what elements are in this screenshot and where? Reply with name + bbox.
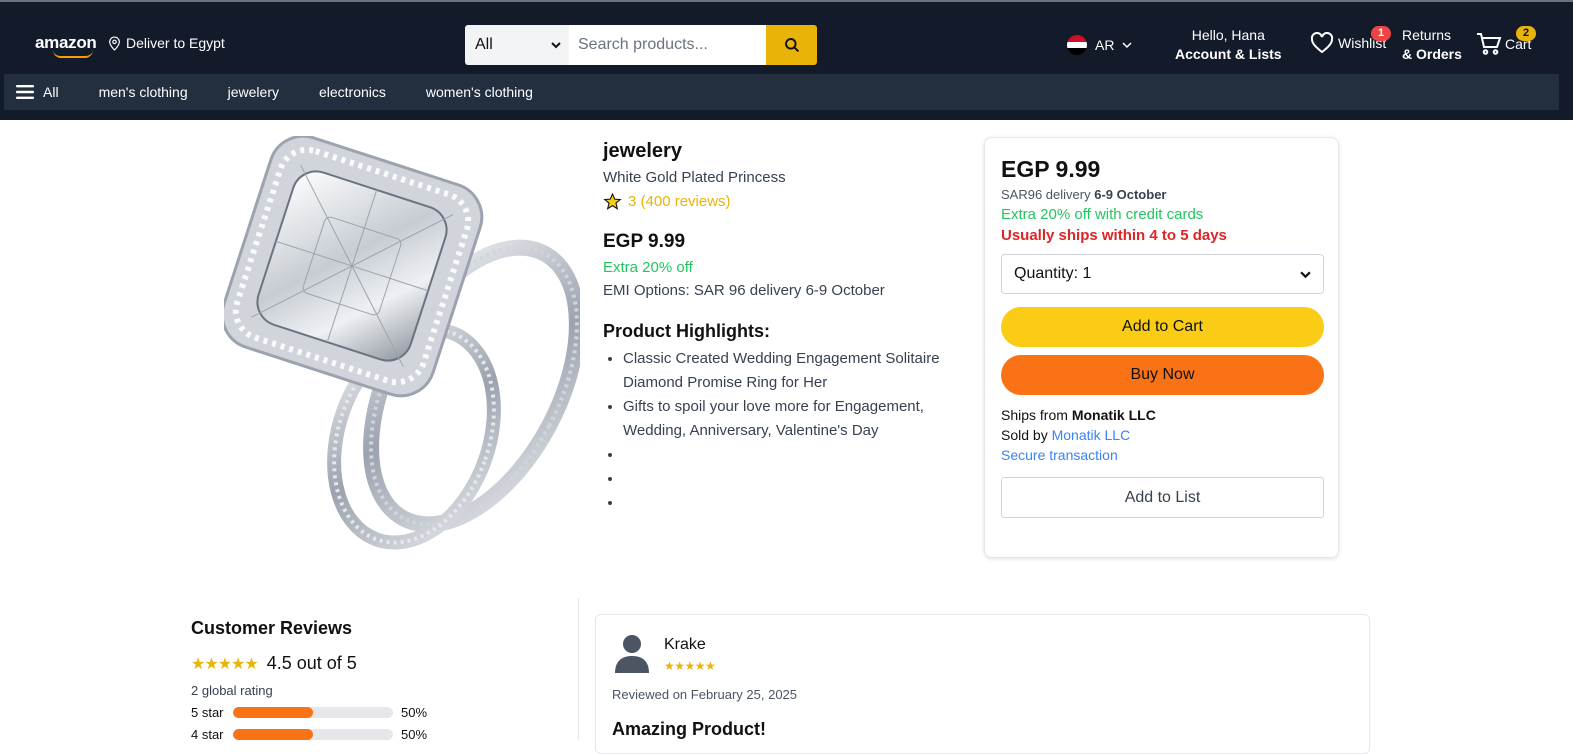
all-label: All (43, 84, 59, 100)
review-stars-icon: ★★★★★ (664, 659, 716, 673)
chevron-down-icon (1122, 42, 1132, 49)
product-category: jewelery (603, 140, 682, 162)
nav-category-womens-clothing[interactable]: women's clothing (426, 84, 533, 100)
hamburger-menu-icon (16, 85, 34, 99)
amazon-logo[interactable]: amazon (35, 33, 97, 58)
delivery-date: 6-9 October (1094, 187, 1167, 202)
account-menu[interactable]: Hello, Hana Account & Lists (1175, 26, 1282, 64)
rating-text: 3 (400 reviews) (628, 193, 731, 210)
average-score: 4.5 out of 5 (266, 653, 357, 673)
rating-breakdown-percent: 50% (401, 704, 428, 720)
search-bar: All (465, 25, 817, 65)
add-to-cart-button[interactable]: Add to Cart (1001, 307, 1324, 347)
rating-bar-fill (233, 728, 313, 740)
rating-breakdown-label: 4 star (191, 726, 224, 742)
heart-icon (1310, 32, 1334, 54)
cart-count-badge: 2 (1516, 26, 1536, 41)
nav-category-mens-clothing[interactable]: men's clothing (99, 84, 188, 100)
secure-transaction-link[interactable]: Secure transaction (1001, 445, 1322, 465)
global-rating-count: 2 global rating (191, 683, 273, 698)
buy-now-button[interactable]: Buy Now (1001, 355, 1324, 395)
ships-from-label: Ships from (1001, 407, 1068, 423)
search-category-value: All (475, 36, 493, 53)
customer-reviews-summary: Customer Reviews ★★★★★ 4.5 out of 5 2 gl… (191, 618, 571, 742)
product-rating[interactable]: 3 (400 reviews) (603, 192, 963, 211)
top-header: amazon Deliver to Egypt All Search produ… (0, 0, 1573, 120)
add-to-list-button[interactable]: Add to List (1001, 477, 1324, 518)
user-avatar-icon (615, 635, 649, 673)
highlight-item (623, 443, 963, 467)
language-selector[interactable]: AR (1067, 35, 1132, 55)
highlight-item (623, 467, 963, 491)
highlight-item: Gifts to spoil your love more for Engage… (623, 395, 963, 443)
language-code: AR (1095, 37, 1115, 53)
product-emi-options: EMI Options: SAR 96 delivery 6-9 October (603, 282, 885, 299)
location-pin-icon (109, 36, 120, 51)
account-lists-label: Account & Lists (1175, 46, 1282, 62)
buybox-price: EGP 9.99 (1001, 156, 1101, 182)
product-price: EGP 9.99 (603, 231, 686, 252)
review-title: Amazing Product! (612, 719, 767, 739)
review-date: Reviewed on February 25, 2025 (612, 687, 798, 702)
account-greeting: Hello, Hana (1191, 27, 1265, 43)
product-image[interactable] (224, 136, 580, 560)
search-category-select[interactable]: All (465, 25, 569, 65)
rating-breakdown-row[interactable]: 5 star 50% (191, 704, 571, 720)
ships-from-value: Monatik LLC (1071, 407, 1156, 423)
egypt-flag-icon (1067, 35, 1087, 55)
delivery-prefix: SAR96 delivery (1001, 187, 1091, 202)
rating-bar (233, 706, 393, 718)
reviews-divider (578, 598, 579, 740)
ships-from-row: Ships from Monatik LLC (1001, 405, 1322, 425)
product-info: jewelery White Gold Plated Princess 3 (4… (603, 140, 963, 515)
highlights-list: Classic Created Wedding Engagement Solit… (603, 347, 963, 515)
chevron-down-icon (1300, 271, 1311, 278)
rating-breakdown-percent: 50% (401, 726, 428, 742)
nav-category-electronics[interactable]: electronics (319, 84, 386, 100)
star-icon (603, 192, 622, 210)
quantity-value: Quantity: 1 (1014, 265, 1092, 282)
nav-category-jewelery[interactable]: jewelery (228, 84, 279, 100)
buy-box: EGP 9.99 SAR96 delivery 6-9 October Extr… (984, 137, 1339, 558)
seller-link[interactable]: Monatik LLC (1052, 427, 1131, 443)
all-menu-button[interactable]: All (16, 84, 59, 100)
deliver-to[interactable]: Deliver to Egypt (108, 35, 225, 51)
orders-label: & Orders (1402, 46, 1462, 62)
product-name: White Gold Plated Princess (603, 169, 786, 186)
returns-label: Returns (1402, 27, 1452, 43)
search-button[interactable] (766, 25, 817, 65)
rating-breakdown-label: 5 star (191, 704, 224, 720)
main-nav: amazon Deliver to Egypt All Search produ… (0, 2, 1573, 72)
rating-stars-icon: ★★★★★ (191, 655, 259, 673)
cart-icon (1477, 33, 1502, 55)
logo-smile-icon (53, 50, 93, 58)
chevron-down-icon (551, 42, 561, 49)
highlights-title: Product Highlights: (603, 321, 770, 341)
rating-bar-fill (233, 706, 313, 718)
delivery-info: SAR96 delivery 6-9 October (1001, 187, 1322, 202)
reviews-title: Customer Reviews (191, 618, 353, 638)
review-card: Krake ★★★★★ Reviewed on February 25, 202… (595, 614, 1370, 754)
shipping-estimate: Usually ships within 4 to 5 days (1001, 227, 1227, 244)
product-extra-discount: Extra 20% off (603, 259, 693, 276)
credit-card-offer: Extra 20% off with credit cards (1001, 206, 1204, 223)
rating-bar (233, 728, 393, 740)
highlight-item (623, 491, 963, 515)
search-icon (784, 38, 799, 53)
average-rating: ★★★★★ 4.5 out of 5 (191, 653, 571, 674)
deliver-label: Deliver to Egypt (126, 35, 225, 51)
wishlist-count-badge: 1 (1371, 26, 1391, 41)
returns-orders-link[interactable]: Returns & Orders (1402, 26, 1462, 64)
category-nav: All men's clothing jewelery electronics … (4, 74, 1559, 110)
search-input[interactable] (569, 25, 766, 65)
sold-by-row: Sold by Monatik LLC (1001, 425, 1322, 445)
highlight-item: Classic Created Wedding Engagement Solit… (623, 347, 963, 395)
sold-by-label: Sold by (1001, 427, 1048, 443)
quantity-select[interactable]: Quantity: 1 (1001, 254, 1324, 294)
seller-info: Ships from Monatik LLC Sold by Monatik L… (1001, 405, 1322, 465)
reviewer-name: Krake (664, 636, 706, 653)
